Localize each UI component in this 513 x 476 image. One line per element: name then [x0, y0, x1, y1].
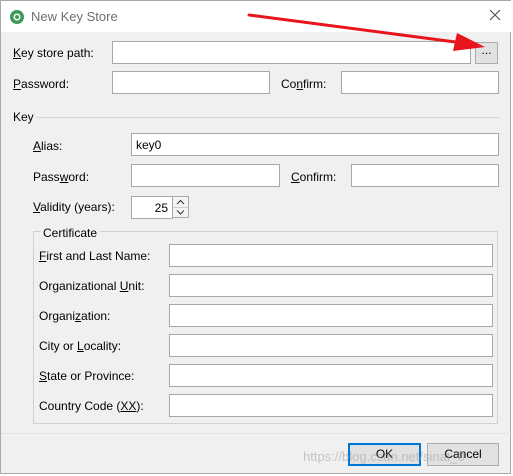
first-last-name-input[interactable] [169, 244, 493, 267]
key-password-label: Password: [33, 170, 90, 184]
alias-label: Alias: [33, 139, 63, 153]
key-store-path-label: Key store path: [13, 46, 94, 60]
city-locality-label: City or Locality: [39, 339, 122, 353]
organizational-unit-input[interactable] [169, 274, 493, 297]
keystore-password-label: Password: [13, 77, 70, 91]
watermark-text: https://blog.csdn.net/sinat_0 [303, 449, 465, 464]
window-title: New Key Store [31, 9, 118, 24]
key-password-input[interactable] [131, 164, 280, 187]
validity-spinner[interactable] [172, 196, 189, 218]
first-last-name-label: First and Last Name: [39, 249, 151, 263]
key-confirm-input[interactable] [351, 164, 499, 187]
organizational-unit-label: Organizational Unit: [39, 279, 145, 293]
alias-input[interactable] [131, 133, 499, 156]
key-section-separator [37, 117, 499, 118]
spinner-down-icon[interactable] [173, 207, 188, 217]
state-province-input[interactable] [169, 364, 493, 387]
organization-input[interactable] [169, 304, 493, 327]
keystore-confirm-label: Confirm: [281, 77, 327, 91]
city-locality-input[interactable] [169, 334, 493, 357]
state-province-label: State or Province: [39, 369, 135, 383]
validity-input[interactable] [131, 196, 173, 219]
android-studio-icon [10, 10, 24, 24]
certificate-group-title: Certificate [40, 226, 101, 240]
key-section-label: Key [13, 110, 34, 124]
keystore-password-input[interactable] [112, 71, 270, 94]
country-code-label: Country Code (XX): [39, 399, 144, 413]
organization-label: Organization: [39, 309, 111, 323]
keystore-confirm-input[interactable] [341, 71, 499, 94]
browse-button[interactable]: ... [475, 42, 498, 64]
key-store-path-input[interactable] [112, 41, 471, 64]
new-key-store-dialog: New Key Store Key store path: ... Passwo… [0, 0, 512, 474]
country-code-input[interactable] [169, 394, 493, 417]
footer-separator [1, 433, 512, 434]
validity-label: Validity (years): [33, 200, 115, 214]
title-bar: New Key Store [1, 1, 512, 32]
close-icon[interactable] [487, 7, 503, 23]
key-confirm-label: Confirm: [291, 170, 337, 184]
